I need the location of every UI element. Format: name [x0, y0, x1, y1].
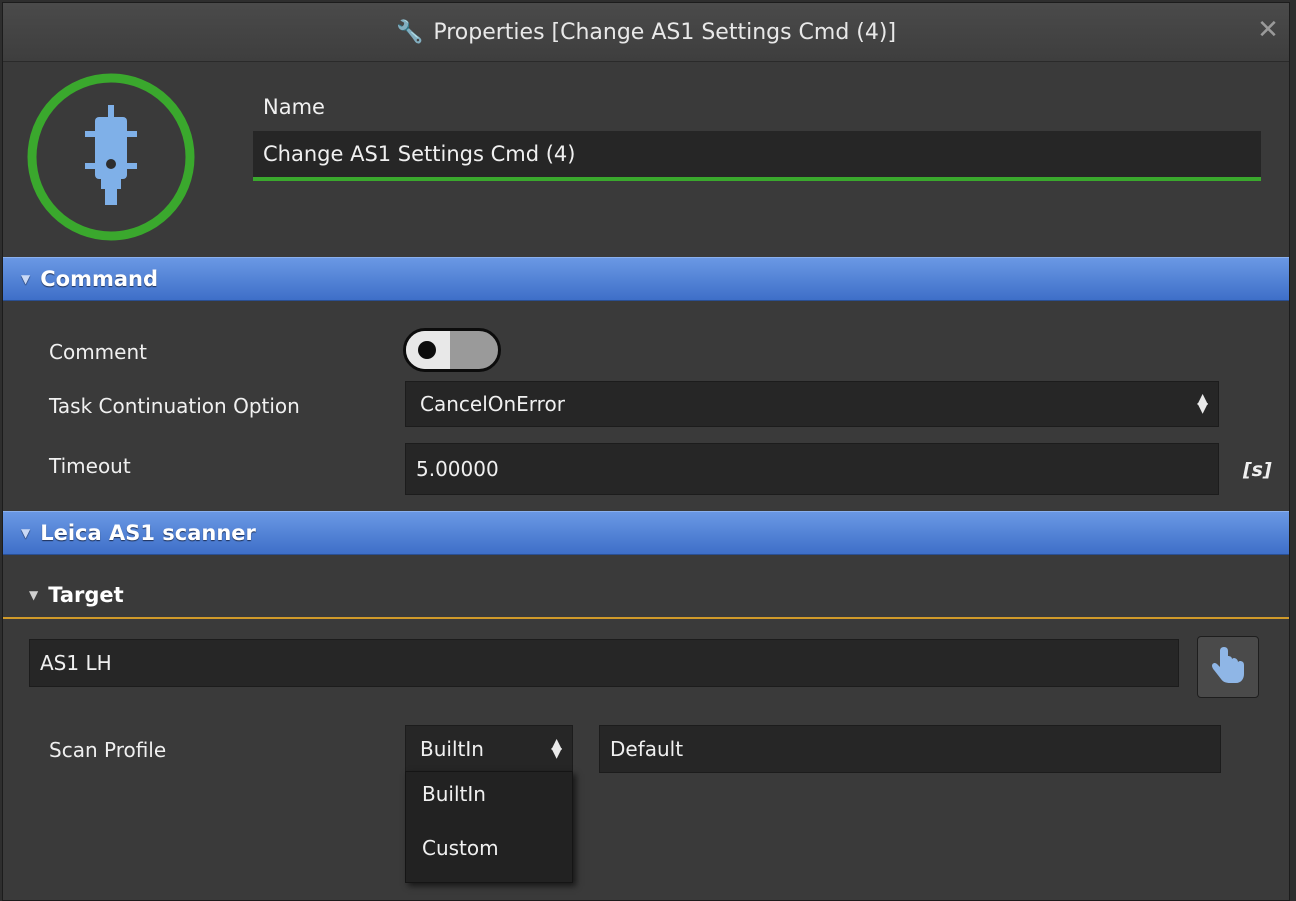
- scan-profile-type-select[interactable]: BuiltIn ▲ ▼: [405, 725, 573, 773]
- window-title: Properties [Change AS1 Settings Cmd (4)]: [433, 19, 897, 45]
- dropdown-option-builtin[interactable]: BuiltIn: [406, 772, 572, 816]
- collapse-triangle-icon: ▼: [21, 272, 31, 286]
- pick-target-button[interactable]: [1197, 636, 1259, 698]
- updown-arrows-icon: ▲ ▼: [1197, 391, 1208, 416]
- command-section-title: Command: [40, 267, 158, 291]
- timeout-input[interactable]: 5.00000: [405, 443, 1219, 495]
- scan-profile-type-value: BuiltIn: [420, 737, 484, 761]
- scan-profile-name-input[interactable]: Default: [599, 725, 1221, 773]
- close-button[interactable]: ✕: [1255, 17, 1281, 43]
- header-area: Name: [3, 61, 1289, 257]
- scan-profile-name-value: Default: [610, 737, 684, 761]
- comment-label: Comment: [49, 340, 147, 364]
- name-label: Name: [263, 95, 325, 119]
- scanner-section-header[interactable]: ▼ Leica AS1 scanner: [3, 511, 1289, 555]
- target-subheader[interactable]: ▼ Target: [3, 573, 1289, 619]
- timeout-unit: [s]: [1243, 459, 1272, 481]
- scan-profile-dropdown: BuiltIn Custom: [405, 771, 573, 883]
- target-input[interactable]: AS1 LH: [29, 639, 1179, 687]
- scanner-section-title: Leica AS1 scanner: [40, 521, 256, 545]
- scan-profile-label: Scan Profile: [49, 738, 167, 762]
- hand-pointer-icon: [1210, 645, 1246, 689]
- updown-arrows-icon: ▲ ▼: [551, 736, 562, 761]
- name-input[interactable]: [253, 131, 1261, 181]
- target-value: AS1 LH: [40, 651, 112, 675]
- task-continuation-select[interactable]: CancelOnError ▲ ▼: [405, 381, 1219, 427]
- task-continuation-value: CancelOnError: [420, 392, 565, 416]
- collapse-triangle-icon: ▼: [21, 526, 31, 540]
- comment-toggle[interactable]: [403, 328, 501, 372]
- scanner-probe-icon: [25, 71, 197, 243]
- timeout-label: Timeout: [49, 454, 131, 478]
- properties-window: 🔧 Properties [Change AS1 Settings Cmd (4…: [2, 2, 1290, 901]
- collapse-triangle-icon: ▼: [29, 588, 39, 602]
- dropdown-option-custom[interactable]: Custom: [406, 826, 572, 870]
- target-title: Target: [48, 583, 124, 607]
- wrench-icon: 🔧: [395, 19, 424, 45]
- timeout-value: 5.00000: [416, 457, 499, 481]
- title-bar: 🔧 Properties [Change AS1 Settings Cmd (4…: [3, 3, 1289, 62]
- task-continuation-label: Task Continuation Option: [49, 394, 300, 418]
- command-section-header[interactable]: ▼ Command: [3, 257, 1289, 301]
- toggle-knob: [418, 341, 436, 359]
